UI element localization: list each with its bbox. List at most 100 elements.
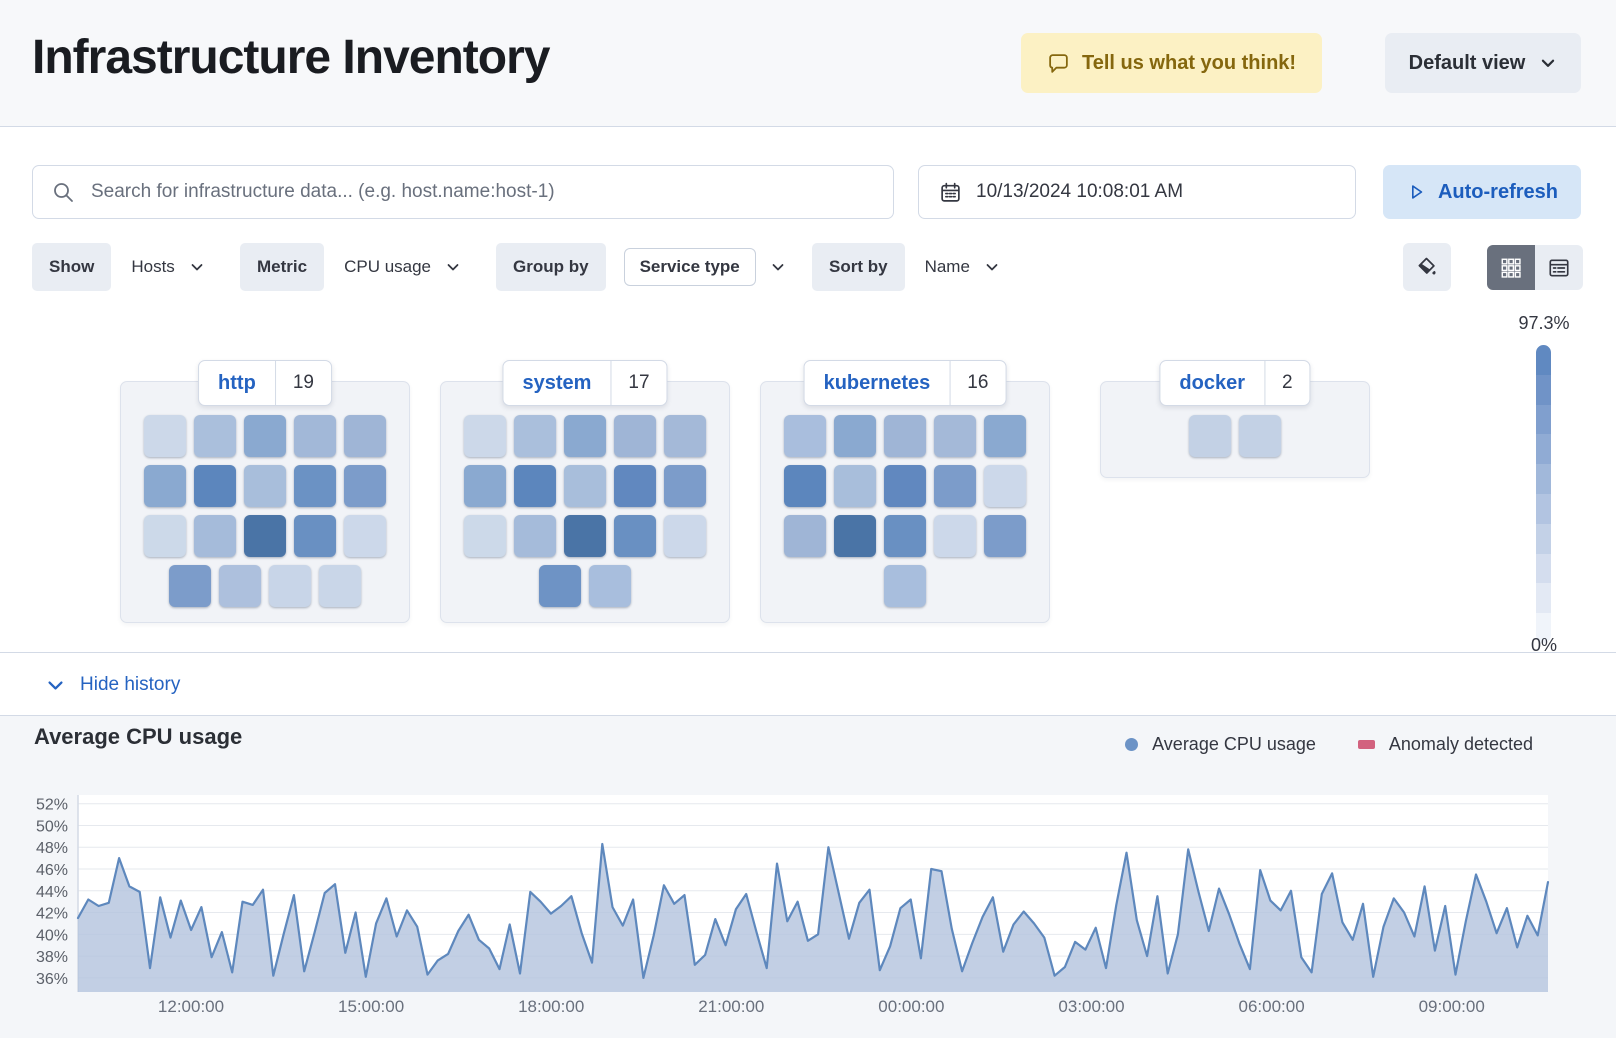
host-cell[interactable] [884,465,926,507]
host-cell[interactable] [539,565,581,607]
metric-label: Metric [240,243,324,291]
host-cell[interactable] [344,465,386,507]
host-cell[interactable] [169,565,211,607]
host-cell[interactable] [564,515,606,557]
host-cell[interactable] [784,465,826,507]
group-name-link[interactable]: http [199,372,275,395]
date-picker[interactable]: 10/13/2024 10:08:01 AM [918,165,1356,219]
sort-by-control[interactable]: Sort by Name [812,243,1014,291]
calendar-icon [939,181,962,204]
host-cell[interactable] [464,465,506,507]
table-icon [1547,256,1571,280]
host-cell[interactable] [194,465,236,507]
host-cell[interactable] [834,465,876,507]
show-control[interactable]: Show Hosts [32,243,219,291]
host-cell[interactable] [834,415,876,457]
host-cell[interactable] [589,565,631,607]
host-cell[interactable] [664,415,706,457]
host-cell[interactable] [144,515,186,557]
host-cell[interactable] [884,515,926,557]
date-picker-value: 10/13/2024 10:08:01 AM [976,181,1183,203]
cell-row [1101,415,1369,457]
chevron-down-icon [984,259,1000,275]
group-count: 17 [611,372,666,394]
host-cell[interactable] [984,415,1026,457]
cell-row [121,465,409,507]
metric-control[interactable]: Metric CPU usage [240,243,475,291]
cpu-usage-area-chart[interactable]: 52%50%48%46%44%42%40%38%36%12:00:0015:00… [0,716,1616,1038]
host-cell[interactable] [1239,415,1281,457]
host-cell[interactable] [664,515,706,557]
group-by-control[interactable]: Group by Service type [496,243,800,291]
chevron-down-icon [445,259,461,275]
host-cell[interactable] [1189,415,1231,457]
y-tick-label: 40% [36,927,68,944]
cell-row [121,415,409,457]
show-label: Show [32,243,111,291]
host-cell[interactable] [244,465,286,507]
series-dot-icon [1125,738,1138,751]
color-legend-step [1536,345,1551,375]
host-cell[interactable] [344,415,386,457]
host-cell[interactable] [344,515,386,557]
host-cell[interactable] [294,415,336,457]
host-cell[interactable] [614,515,656,557]
auto-refresh-button[interactable]: Auto-refresh [1383,165,1581,219]
group-name-link[interactable]: kubernetes [805,372,950,395]
chart-legend: Average CPU usage Anomaly detected [1125,734,1533,755]
y-tick-label: 44% [36,884,68,901]
host-cell[interactable] [984,465,1026,507]
host-cell[interactable] [984,515,1026,557]
group-name-link[interactable]: docker [1160,372,1264,395]
host-cell[interactable] [614,465,656,507]
host-cell[interactable] [269,565,311,607]
host-cell[interactable] [614,415,656,457]
host-cell[interactable] [514,465,556,507]
host-cell[interactable] [934,415,976,457]
group-name-link[interactable]: system [503,372,610,395]
feedback-button[interactable]: Tell us what you think! [1021,33,1322,93]
host-cell[interactable] [294,515,336,557]
legend-label: Anomaly detected [1389,734,1533,755]
host-cell[interactable] [834,515,876,557]
play-icon [1406,182,1426,202]
table-view-button[interactable] [1535,245,1583,290]
host-cell[interactable] [464,515,506,557]
x-tick-label: 09:00:00 [1419,997,1485,1016]
group-by-value[interactable]: Service type [624,248,756,286]
color-legend-step [1536,524,1551,554]
host-cell[interactable] [244,515,286,557]
host-cell[interactable] [514,515,556,557]
host-cell[interactable] [319,565,361,607]
host-cell[interactable] [219,565,261,607]
legend-options-button[interactable] [1403,243,1451,291]
color-legend-step [1536,494,1551,524]
legend-item-anomaly[interactable]: Anomaly detected [1358,734,1533,755]
map-view-button[interactable] [1487,245,1535,290]
color-legend-step [1536,375,1551,405]
view-selector-button[interactable]: Default view [1385,33,1581,93]
legend-item-average-cpu[interactable]: Average CPU usage [1125,734,1316,755]
host-cell[interactable] [564,465,606,507]
host-cell[interactable] [564,415,606,457]
hide-history-link[interactable]: Hide history [46,653,180,717]
host-cell[interactable] [194,415,236,457]
y-tick-label: 36% [36,971,68,988]
host-cell[interactable] [144,465,186,507]
waffle-map-section: 97.3% 0% http19system17kubernetes16docke… [0,291,1616,652]
host-cell[interactable] [294,465,336,507]
legend-label: Average CPU usage [1152,734,1316,755]
host-cell[interactable] [664,465,706,507]
host-cell[interactable] [244,415,286,457]
host-cell[interactable] [934,465,976,507]
host-cell[interactable] [884,565,926,607]
host-cell[interactable] [884,415,926,457]
host-cell[interactable] [144,415,186,457]
host-cell[interactable] [784,515,826,557]
host-cell[interactable] [784,415,826,457]
host-cell[interactable] [934,515,976,557]
host-cell[interactable] [194,515,236,557]
search-input[interactable] [89,180,875,204]
host-cell[interactable] [464,415,506,457]
host-cell[interactable] [514,415,556,457]
